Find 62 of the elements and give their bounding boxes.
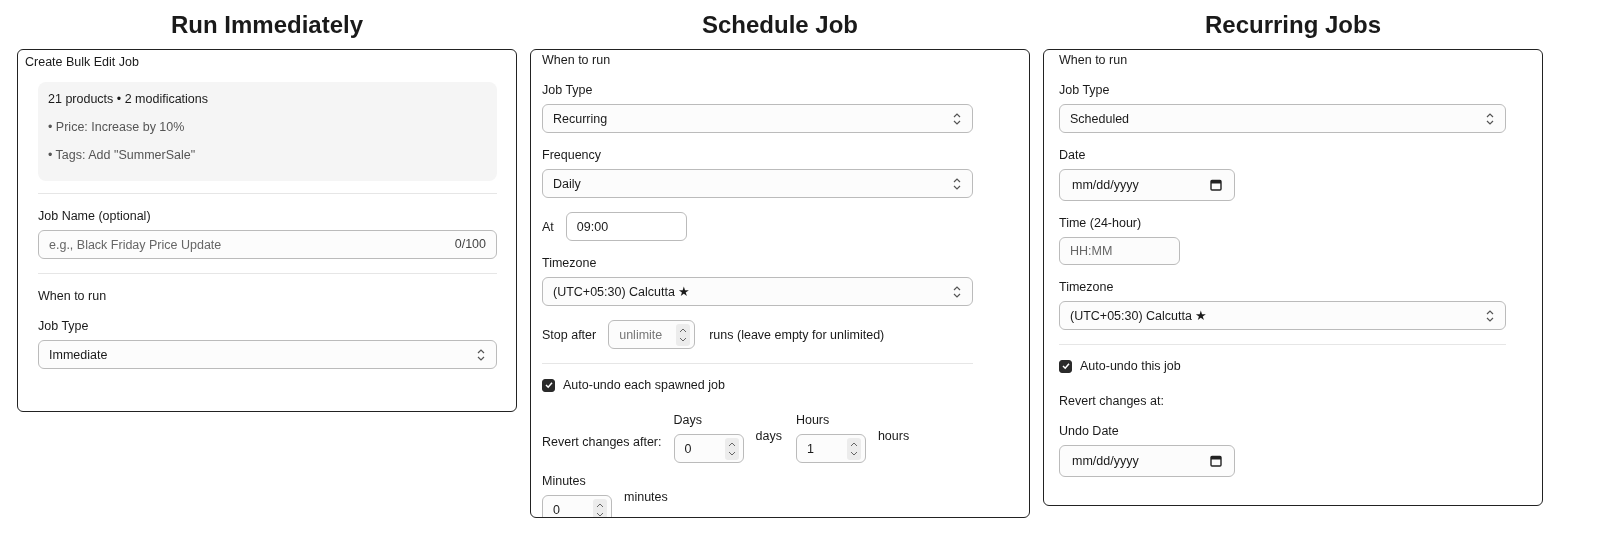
checkbox-label: Auto-undo this job <box>1080 359 1181 373</box>
stepper-arrows-icon[interactable] <box>846 437 861 460</box>
select-field[interactable]: Scheduled <box>1059 104 1506 133</box>
chevron-updown-icon <box>952 284 962 299</box>
chevron-updown-icon <box>476 347 486 362</box>
number-field[interactable]: 1 <box>795 434 866 463</box>
number-field[interactable]: unlimite <box>608 320 696 349</box>
calendar-icon[interactable] <box>1210 455 1222 467</box>
stepper-arrows-icon[interactable] <box>676 323 691 346</box>
chevron-updown-icon <box>952 176 962 191</box>
select-field[interactable]: Immediate <box>38 340 497 369</box>
character-counter: 0/100 <box>454 237 486 251</box>
stepper-arrows-icon[interactable] <box>593 498 607 517</box>
date-field[interactable]: mm/dd/yyyy <box>1059 169 1235 201</box>
select-field[interactable]: Daily <box>542 169 973 198</box>
field-label: Timezone <box>1059 279 1114 295</box>
chevron-updown-icon <box>1485 308 1495 323</box>
number-field[interactable]: 0 <box>673 434 744 463</box>
section-label: When to run <box>1059 52 1128 68</box>
panel-heading: Recurring Jobs <box>1204 10 1381 39</box>
field-label: Stop after <box>542 326 597 343</box>
select-field[interactable]: (UTC+05:30) Calcutta ★ <box>1059 301 1506 330</box>
modification-item: • Tags: Add "SummerSale" <box>48 147 197 163</box>
field-label: Time (24-hour) <box>1059 215 1142 231</box>
time-field[interactable]: HH:MM <box>1059 237 1180 265</box>
date-field[interactable]: mm/dd/yyyy <box>1059 445 1235 477</box>
field-label: Timezone <box>542 255 597 271</box>
field-label: Revert changes after: <box>542 434 662 450</box>
chevron-updown-icon <box>1485 111 1495 126</box>
field-hint: runs (leave empty for unlimited) <box>709 327 885 342</box>
field-label: Date <box>1059 147 1086 163</box>
number-field[interactable]: 0 <box>542 495 612 517</box>
panel-heading: Run Immediately <box>170 10 363 39</box>
checkbox[interactable] <box>1059 359 1072 373</box>
field-label: Job Type <box>542 82 593 98</box>
section-label: When to run <box>38 288 107 304</box>
field-label: Job Type <box>1059 82 1110 98</box>
select-field[interactable]: Recurring <box>542 104 973 133</box>
chevron-updown-icon <box>952 111 962 126</box>
time-field[interactable]: 09:00 <box>565 212 687 241</box>
section-label: When to run <box>542 52 611 68</box>
field-label: Undo Date <box>1059 423 1119 439</box>
select-field[interactable]: (UTC+05:30) Calcutta ★ <box>542 277 973 306</box>
panel-heading: Schedule Job <box>701 10 858 39</box>
checkbox[interactable] <box>542 378 555 392</box>
unit-label: days <box>755 428 782 444</box>
field-label: Hours <box>795 412 831 428</box>
checkbox-label: Auto-undo each spawned job <box>563 378 725 392</box>
section-label: Revert changes at: <box>1059 393 1164 409</box>
field-label: Days <box>673 412 703 428</box>
unit-label: minutes <box>624 489 668 505</box>
calendar-icon[interactable] <box>1210 179 1222 191</box>
field-label: Job Type <box>38 318 89 334</box>
field-label: Job Name (optional) <box>38 208 151 224</box>
modification-item: • Price: Increase by 10% <box>48 119 186 135</box>
field-label: Minutes <box>542 473 587 489</box>
panel-title: Create Bulk Edit Job <box>25 54 140 70</box>
field-label: Frequency <box>542 147 602 163</box>
unit-label: hours <box>877 428 910 444</box>
summary-headline: 21 products • 2 modifications <box>48 91 210 107</box>
stepper-arrows-icon[interactable] <box>724 437 739 460</box>
field-label: At <box>542 218 554 235</box>
